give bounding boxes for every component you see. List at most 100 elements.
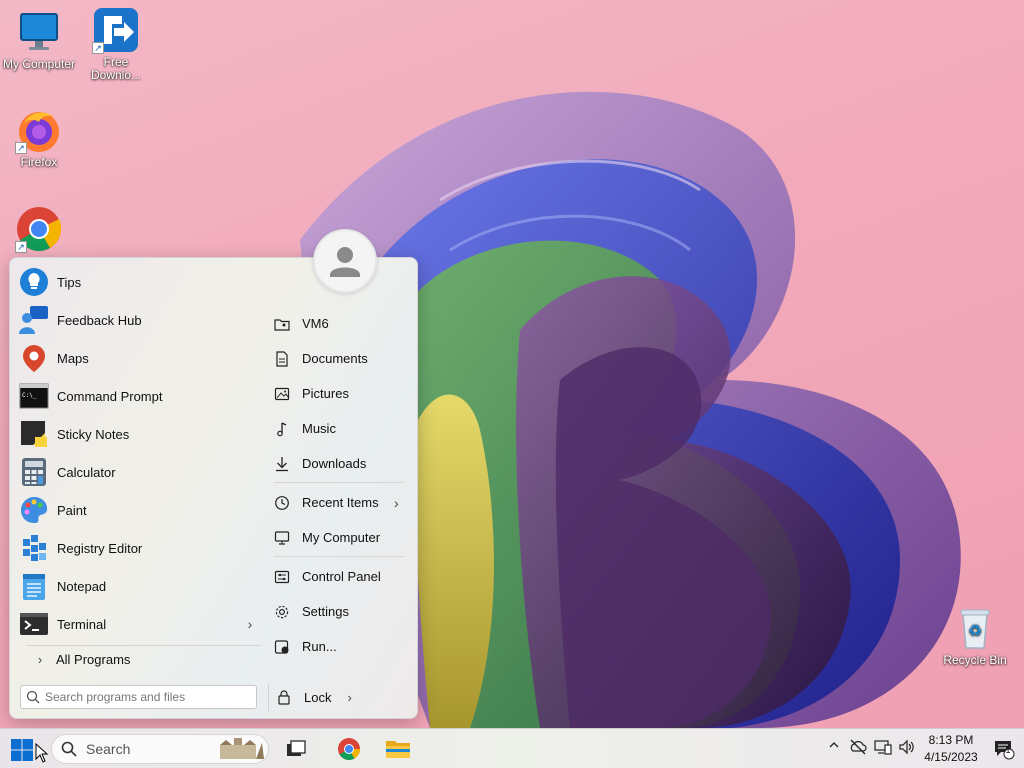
sticky-notes-icon [18,418,50,450]
desktop-icon-free-download-manager[interactable]: ↗ Free Downlo... [78,6,154,82]
place-label: Run... [302,639,337,654]
chevron-right-icon: › [37,651,43,667]
program-label: Notepad [57,578,107,594]
user-avatar[interactable] [313,229,377,293]
taskbar-search-box[interactable]: Search [51,734,269,764]
program-item-registry-editor[interactable]: Registry Editor [18,529,258,567]
terminal-icon [18,608,50,640]
svg-text:♻: ♻ [968,621,982,640]
all-programs-button[interactable]: › All Programs [24,650,131,668]
display-device-icon [874,740,892,755]
desktop-icon-chrome[interactable]: ↗ [1,205,77,255]
program-item-notepad[interactable]: Notepad [18,567,258,605]
program-item-command-prompt[interactable]: C:\_ Command Prompt [18,377,258,415]
place-item-pictures[interactable]: Pictures [274,376,408,411]
place-item-music[interactable]: Music [274,411,408,446]
documents-icon [274,350,302,367]
search-icon [21,690,45,704]
chevron-up-icon [829,742,839,748]
place-item-run[interactable]: Run... [274,629,408,664]
place-item-documents[interactable]: Documents [274,341,408,376]
place-item-control-panel[interactable]: Control Panel [274,559,408,594]
taskbar-search-label: Search [86,741,131,757]
program-item-calculator[interactable]: Calculator [18,453,258,491]
calculator-icon [18,456,50,488]
program-item-paint[interactable]: Paint [18,491,258,529]
clock-time: 8:13 PM [928,733,974,747]
taskbar-file-explorer-button[interactable] [384,735,412,763]
desktop-icon-firefox[interactable]: ↗ Firefox [1,106,77,169]
notification-center-button[interactable]: 1 [990,735,1018,763]
show-hidden-icons-chevron[interactable] [828,738,840,754]
start-button[interactable] [10,738,34,762]
volume-control[interactable] [898,739,916,758]
windows-logo-icon [11,739,33,761]
program-item-terminal[interactable]: Terminal › [18,605,258,643]
place-label: Downloads [302,456,367,471]
device-status[interactable] [874,739,892,758]
desktop-icon-label: My Computer [2,57,76,71]
place-item-settings[interactable]: Settings [274,594,408,629]
desktop-icon-my-computer[interactable]: My Computer [1,8,77,71]
program-item-maps[interactable]: Maps [18,339,258,377]
desktop-icon-label: Free Downlo... [90,55,142,82]
desktop-icon-label: Recycle Bin [943,653,1007,667]
place-label: Settings [302,604,349,619]
place-label: My Computer [302,530,381,545]
place-label: Recent Items [302,495,379,510]
search-highlight-landmark-icon [220,738,264,759]
task-view-button[interactable] [282,735,310,763]
place-label: Music [302,421,336,436]
program-item-sticky-notes[interactable]: Sticky Notes [18,415,258,453]
place-item-downloads[interactable]: Downloads [274,446,408,481]
user-folder-icon [274,316,302,332]
taskbar-chrome-button[interactable] [335,735,363,763]
chevron-right-icon[interactable]: › [347,690,351,705]
place-item-my-computer[interactable]: My Computer [274,520,408,555]
start-menu: Tips Feedback Hub Maps C:\_ Command Prom… [9,229,418,719]
divider [268,684,269,711]
programs-list: Tips Feedback Hub Maps C:\_ Command Prom… [18,263,258,643]
place-item-recent-items[interactable]: Recent Items › [274,485,408,520]
recent-items-icon [274,495,302,511]
shortcut-arrow-icon: ↗ [15,241,27,253]
svg-text:C:\_: C:\_ [22,392,37,399]
program-item-tips[interactable]: Tips [18,263,258,301]
computer-icon [274,530,302,546]
notification-count-badge: 1 [1005,745,1011,755]
search-placeholder: Search programs and files [45,690,186,704]
program-item-feedback-hub[interactable]: Feedback Hub [18,301,258,339]
network-status[interactable] [849,739,867,758]
search-icon [52,741,86,757]
free-download-manager-icon: ↗ [92,6,140,54]
firefox-icon: ↗ [15,106,63,154]
chrome-icon: ↗ [15,205,63,253]
clock-date: 4/15/2023 [924,750,978,764]
start-search-input[interactable]: Search programs and files [20,685,257,709]
program-label: Paint [57,502,87,518]
speaker-volume-icon [899,739,914,755]
control-panel-icon [274,569,302,585]
desktop-icon-recycle-bin[interactable]: ♻ Recycle Bin [937,604,1013,667]
place-item-vm6[interactable]: VM6 [274,306,408,341]
feedback-hub-icon [18,304,50,336]
places-list: VM6 Documents Pictures Music Downloads R… [274,306,408,664]
network-disconnected-icon [850,739,867,755]
lock-button[interactable]: Lock › [276,685,352,709]
command-prompt-icon: C:\_ [18,380,50,412]
task-view-icon [287,740,306,756]
program-label: Tips [57,274,82,290]
monitor-icon [15,8,63,56]
all-programs-label: All Programs [56,651,131,667]
shortcut-arrow-icon: ↗ [15,142,27,154]
program-label: Feedback Hub [57,312,142,328]
program-label: Calculator [57,464,116,480]
lock-label: Lock [304,689,332,705]
taskbar: Search 8:13 PM 4/15/2023 1 [0,728,1024,768]
divider [274,482,404,483]
settings-gear-icon [274,604,302,620]
submenu-chevron-icon[interactable]: › [242,616,258,632]
recycle-bin-icon: ♻ [951,604,999,652]
submenu-chevron-icon[interactable]: › [394,495,408,511]
taskbar-clock[interactable]: 8:13 PM 4/15/2023 [918,732,984,766]
